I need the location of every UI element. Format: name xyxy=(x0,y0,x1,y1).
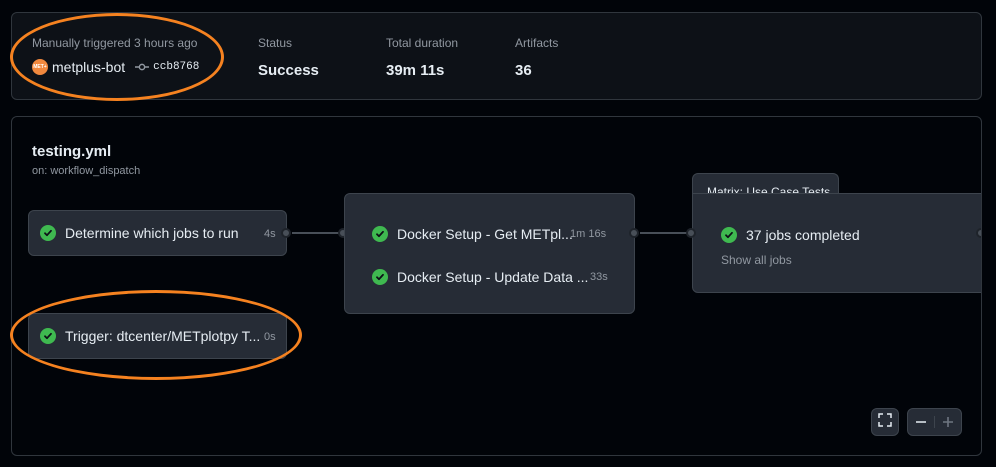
job-name: Docker Setup - Get METpl... xyxy=(397,226,573,242)
zoom-out-button[interactable] xyxy=(908,416,935,428)
commit-sha-link[interactable]: ccb8768 xyxy=(153,61,199,73)
job-input-node xyxy=(686,228,696,238)
job-duration: 1m 16s xyxy=(570,228,607,240)
show-all-jobs-link[interactable]: Show all jobs xyxy=(721,253,792,267)
matrix-status: 37 jobs completed xyxy=(746,227,860,243)
trigger-label: Manually triggered 3 hours ago xyxy=(32,36,198,50)
job-trigger-row: Trigger: dtcenter/METplotpy T... xyxy=(40,328,260,344)
job-group-docker-setup: Docker Setup - Get METpl... 1m 16s Docke… xyxy=(344,193,635,314)
workflow-trigger: on: workflow_dispatch xyxy=(32,165,141,177)
graph-edge xyxy=(292,232,344,234)
success-check-icon xyxy=(40,225,56,241)
artifacts-info: Artifacts 36 xyxy=(515,36,558,79)
job-name: Trigger: dtcenter/METplotpy T... xyxy=(65,328,261,344)
job-name: Determine which jobs to run xyxy=(65,225,239,241)
job-determine[interactable]: Determine which jobs to run 4s xyxy=(28,210,287,256)
success-check-icon xyxy=(721,227,737,243)
graph-edge xyxy=(640,232,692,234)
fullscreen-icon xyxy=(878,412,892,432)
actor-name[interactable]: metplus-bot xyxy=(52,59,125,75)
status-value: Success xyxy=(258,62,319,79)
zoom-out-icon xyxy=(915,421,926,423)
avatar[interactable]: MET+ xyxy=(32,59,48,75)
status-label: Status xyxy=(258,36,293,50)
run-summary-panel: Manually triggered 3 hours ago MET+ metp… xyxy=(11,12,982,100)
job-trigger-metplotpy[interactable]: Trigger: dtcenter/METplotpy T... 0s xyxy=(28,313,287,359)
duration-label: Total duration xyxy=(386,36,459,50)
git-commit-icon xyxy=(135,60,150,74)
trigger-info: Manually triggered 3 hours ago MET+ metp… xyxy=(32,36,199,75)
zoom-controls xyxy=(907,408,962,436)
job-output-node xyxy=(976,228,981,238)
job-output-node xyxy=(629,228,639,238)
zoom-in-button[interactable] xyxy=(935,416,961,428)
matrix-use-case-tests[interactable]: 37 jobs completed Show all jobs xyxy=(692,193,981,293)
job-duration: 4s xyxy=(264,228,276,240)
success-check-icon xyxy=(372,226,388,242)
duration-info: Total duration 39m 11s xyxy=(386,36,458,79)
job-docker-get[interactable]: Docker Setup - Get METpl... xyxy=(372,226,573,242)
job-determine-row: Determine which jobs to run xyxy=(40,225,239,241)
actor-row: MET+ metplus-bot ccb8768 xyxy=(32,59,199,75)
status-info: Status Success xyxy=(258,36,319,79)
zoom-in-icon xyxy=(942,417,953,427)
job-docker-update[interactable]: Docker Setup - Update Data ... xyxy=(372,269,588,285)
artifacts-count[interactable]: 36 xyxy=(515,62,558,79)
success-check-icon xyxy=(40,328,56,344)
duration-value: 39m 11s xyxy=(386,62,445,79)
job-duration: 0s xyxy=(264,331,276,343)
artifacts-label: Artifacts xyxy=(515,36,559,50)
fullscreen-button[interactable] xyxy=(871,408,899,436)
matrix-status-row: 37 jobs completed xyxy=(721,227,860,243)
job-name: Docker Setup - Update Data ... xyxy=(397,269,589,285)
workflow-graph: testing.yml on: workflow_dispatch Determ… xyxy=(11,116,982,456)
workflow-file-name[interactable]: testing.yml xyxy=(32,143,111,160)
success-check-icon xyxy=(372,269,388,285)
job-duration: 33s xyxy=(590,271,608,283)
job-output-node xyxy=(281,228,291,238)
